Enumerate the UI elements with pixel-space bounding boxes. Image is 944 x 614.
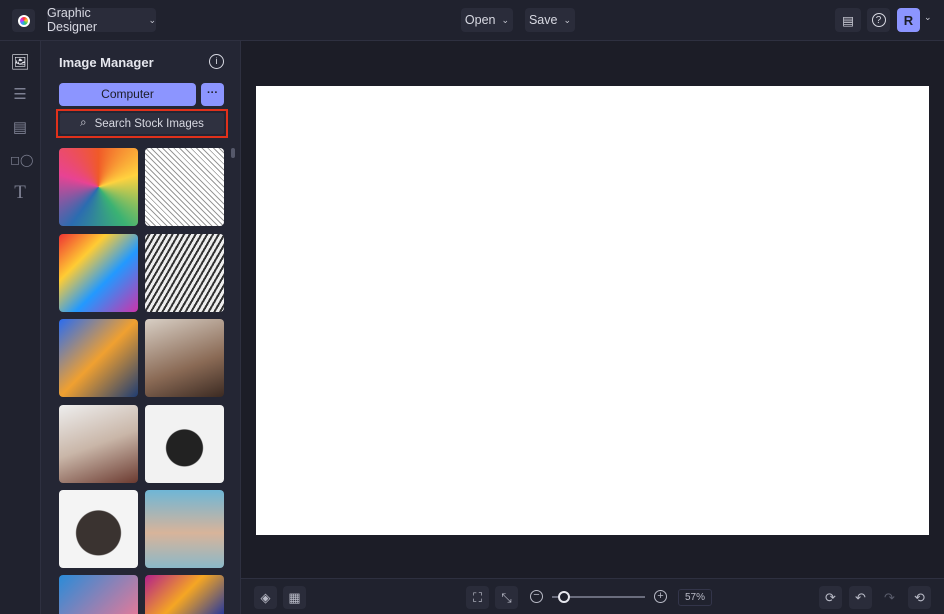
shrink-icon: ⤡: [501, 589, 512, 605]
computer-button[interactable]: Computer: [59, 83, 196, 106]
grid-icon: ▦: [288, 589, 301, 605]
bottom-toolbar: ◈ ▦ ⛶ ⤡ − + 57% ⟳ ↶ ↷ ⟲: [241, 578, 944, 614]
expand-icon: ⛶: [472, 589, 483, 605]
zoom-in-icon[interactable]: +: [654, 590, 667, 603]
avatar-initial: R: [903, 12, 914, 28]
workspace-dropdown[interactable]: Graphic Designer ⌄: [47, 6, 156, 34]
refresh-button[interactable]: ⟳: [819, 586, 842, 609]
open-label: Open: [464, 13, 496, 27]
image-thumbnail[interactable]: [59, 148, 138, 226]
chevron-down-icon: ⌄: [501, 14, 510, 25]
refresh-icon: ⟳: [825, 589, 836, 605]
image-thumbnail[interactable]: [145, 490, 224, 568]
workspace-label: Graphic Designer: [47, 6, 98, 34]
search-stock-images-button[interactable]: ⌕ Search Stock Images: [56, 109, 228, 138]
image-manager-panel: Image Manager i Computer ··· ⌕ Search Sto…: [41, 41, 241, 614]
chevron-down-icon: ⌄: [563, 14, 572, 25]
layout-icon[interactable]: ▤: [10, 118, 30, 138]
image-thumbnail[interactable]: [59, 490, 138, 568]
image-thumbnail[interactable]: [145, 319, 224, 397]
search-inner: ⌕ Search Stock Images: [60, 113, 224, 134]
top-bar: Graphic Designer ⌄ Open ⌄ Save ⌄ ▤ ? R ⌄: [0, 0, 944, 41]
account-chevron-icon[interactable]: ⌄: [924, 12, 932, 23]
panel-title: Image Manager: [59, 55, 154, 70]
image-thumbnail[interactable]: [145, 575, 224, 614]
shapes-icon[interactable]: ◻◯: [10, 150, 33, 170]
zoom-slider-handle[interactable]: [558, 591, 570, 603]
image-icon[interactable]: 🖼: [10, 53, 30, 73]
image-thumbnail[interactable]: [145, 405, 224, 483]
zoom-level[interactable]: 57%: [678, 589, 712, 606]
scrollbar[interactable]: [231, 148, 235, 158]
zoom-out-icon[interactable]: −: [530, 590, 543, 603]
tool-rail: 🖼 ☰ ▤ ◻◯ T: [0, 41, 41, 614]
image-thumbnail[interactable]: [59, 319, 138, 397]
history-button[interactable]: ⟲: [908, 586, 931, 609]
shrink-button[interactable]: ⤡: [495, 586, 518, 609]
info-icon[interactable]: i: [209, 54, 224, 69]
redo-icon: ↷: [884, 589, 895, 605]
avatar[interactable]: R: [897, 8, 920, 32]
layers-button[interactable]: ◈: [254, 586, 277, 609]
undo-button[interactable]: ↶: [849, 586, 872, 609]
design-canvas[interactable]: [256, 86, 929, 535]
grid-button[interactable]: ▦: [283, 586, 306, 609]
image-thumbnail[interactable]: [59, 405, 138, 483]
comment-icon: ▤: [842, 13, 854, 28]
history-icon: ⟲: [914, 589, 925, 605]
image-thumbnail[interactable]: [145, 148, 224, 226]
help-icon: ?: [871, 13, 886, 27]
comments-button[interactable]: ▤: [835, 8, 861, 32]
open-button[interactable]: Open ⌄: [461, 8, 513, 32]
zoom-slider[interactable]: [552, 591, 645, 603]
redo-button[interactable]: ↷: [878, 586, 901, 609]
more-options-button[interactable]: ···: [201, 83, 224, 106]
image-thumbnail[interactable]: [59, 234, 138, 312]
help-button[interactable]: ?: [867, 8, 890, 32]
search-label: Search Stock Images: [94, 117, 204, 130]
undo-icon: ↶: [855, 589, 866, 605]
chevron-down-icon: ⌄: [148, 14, 156, 25]
save-button[interactable]: Save ⌄: [525, 8, 575, 32]
save-label: Save: [528, 13, 558, 27]
image-thumbnail[interactable]: [145, 234, 224, 312]
app-logo[interactable]: [12, 9, 35, 32]
text-icon[interactable]: T: [10, 183, 30, 203]
search-icon: ⌕: [80, 117, 87, 129]
fit-screen-button[interactable]: ⛶: [466, 586, 489, 609]
layers-icon: ◈: [260, 589, 271, 605]
logo-icon: [18, 15, 30, 27]
sliders-icon[interactable]: ☰: [10, 85, 30, 105]
image-thumbnail[interactable]: [59, 575, 138, 614]
